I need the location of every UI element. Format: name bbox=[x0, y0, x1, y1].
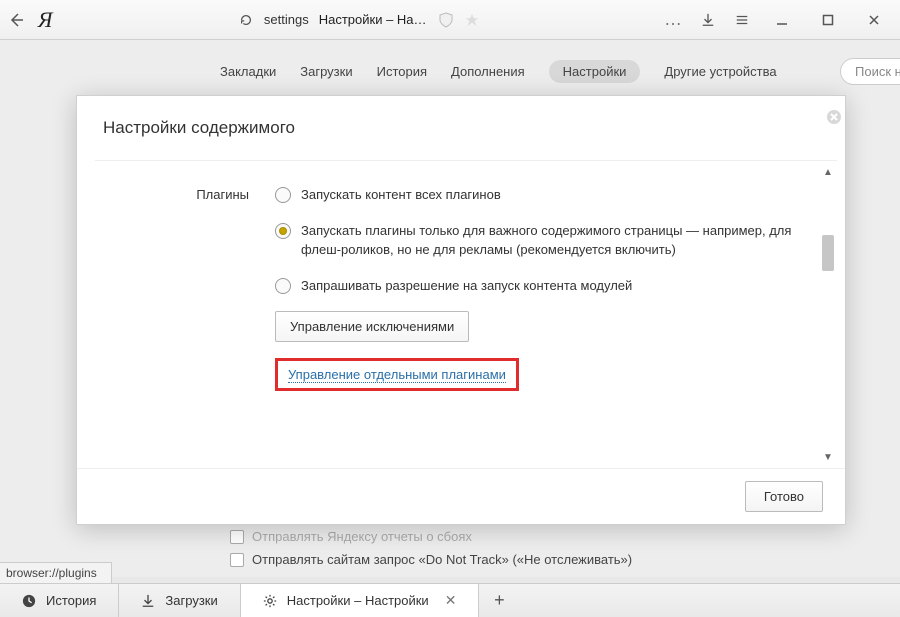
radio-icon[interactable] bbox=[275, 187, 291, 203]
window-close[interactable] bbox=[860, 6, 888, 34]
manage-exceptions-button[interactable]: Управление исключениями bbox=[275, 311, 469, 342]
checkbox-icon[interactable] bbox=[230, 530, 244, 544]
modal-title: Настройки содержимого bbox=[103, 118, 295, 137]
tab-close-icon[interactable]: ✕ bbox=[445, 592, 457, 609]
window-minimize[interactable] bbox=[768, 6, 796, 34]
nav-history[interactable]: История bbox=[377, 64, 427, 79]
tab-strip: История Загрузки Настройки – Настройки ✕… bbox=[0, 583, 900, 617]
scroll-down-icon[interactable]: ▼ bbox=[821, 450, 835, 464]
crash-reports-label: Отправлять Яндексу отчеты о сбоях bbox=[252, 529, 472, 544]
protect-icon[interactable] bbox=[437, 11, 455, 29]
tab-settings-label: Настройки – Настройки bbox=[287, 593, 429, 608]
radio-ask[interactable]: Запрашивать разрешение на запуск контент… bbox=[275, 276, 807, 296]
back-button[interactable] bbox=[8, 12, 24, 28]
manage-plugins-link[interactable]: Управление отдельными плагинами bbox=[288, 367, 506, 383]
tab-history-label: История bbox=[46, 593, 96, 608]
nav-other-devices[interactable]: Другие устройства bbox=[664, 64, 776, 79]
highlight-annotation: Управление отдельными плагинами bbox=[275, 358, 519, 391]
dnt-row[interactable]: Отправлять сайтам запрос «Do Not Track» … bbox=[230, 552, 860, 567]
done-button[interactable]: Готово bbox=[745, 481, 823, 512]
more-icon[interactable]: … bbox=[664, 9, 682, 30]
nav-addons[interactable]: Дополнения bbox=[451, 64, 525, 79]
new-tab-button[interactable]: + bbox=[479, 584, 519, 617]
download-icon bbox=[141, 594, 155, 608]
radio-icon[interactable] bbox=[275, 278, 291, 294]
nav-downloads[interactable]: Загрузки bbox=[300, 64, 352, 79]
dnt-label: Отправлять сайтам запрос «Do Not Track» … bbox=[252, 552, 632, 567]
yandex-logo[interactable]: Я bbox=[38, 7, 52, 33]
url-host: settings bbox=[264, 12, 309, 27]
checkbox-icon[interactable] bbox=[230, 553, 244, 567]
status-bar: browser://plugins bbox=[0, 562, 112, 583]
status-text: browser://plugins bbox=[6, 566, 97, 580]
window-titlebar: Я settings Настройки – На… … bbox=[0, 0, 900, 40]
tab-settings[interactable]: Настройки – Настройки ✕ bbox=[241, 584, 480, 617]
reload-icon[interactable] bbox=[238, 12, 254, 28]
scroll-thumb[interactable] bbox=[822, 235, 834, 271]
nav-bookmarks[interactable]: Закладки bbox=[220, 64, 276, 79]
bookmark-star-icon[interactable] bbox=[465, 13, 479, 27]
settings-nav: Закладки Загрузки История Дополнения Нас… bbox=[0, 40, 900, 99]
nav-settings[interactable]: Настройки bbox=[549, 60, 641, 83]
tab-downloads[interactable]: Загрузки bbox=[119, 584, 240, 617]
tab-downloads-label: Загрузки bbox=[165, 593, 217, 608]
menu-icon[interactable] bbox=[734, 12, 750, 28]
radio-ask-label: Запрашивать разрешение на запуск контент… bbox=[301, 276, 632, 296]
plugins-section-label: Плагины bbox=[99, 185, 249, 391]
radio-run-all-label: Запускать контент всех плагинов bbox=[301, 185, 501, 205]
tab-history[interactable]: История bbox=[0, 584, 119, 617]
clock-icon bbox=[22, 594, 36, 608]
scroll-up-icon[interactable]: ▲ bbox=[821, 165, 835, 179]
address-bar[interactable]: settings Настройки – На… bbox=[238, 11, 479, 29]
url-title: Настройки – На… bbox=[319, 12, 427, 27]
window-maximize[interactable] bbox=[814, 6, 842, 34]
modal-close-button[interactable] bbox=[821, 104, 847, 130]
downloads-icon[interactable] bbox=[700, 12, 716, 28]
content-settings-modal: Настройки содержимого Плагины Запускать … bbox=[76, 95, 846, 525]
radio-run-all[interactable]: Запускать контент всех плагинов bbox=[275, 185, 807, 205]
radio-run-important-label: Запускать плагины только для важного сод… bbox=[301, 221, 807, 260]
settings-search[interactable]: Поиск наст bbox=[840, 58, 900, 85]
modal-scrollbar[interactable]: ▲ ▼ bbox=[821, 165, 835, 464]
gear-icon bbox=[263, 594, 277, 608]
radio-run-important[interactable]: Запускать плагины только для важного сод… bbox=[275, 221, 807, 260]
crash-reports-row[interactable]: Отправлять Яндексу отчеты о сбоях bbox=[230, 529, 860, 544]
radio-icon[interactable] bbox=[275, 223, 291, 239]
